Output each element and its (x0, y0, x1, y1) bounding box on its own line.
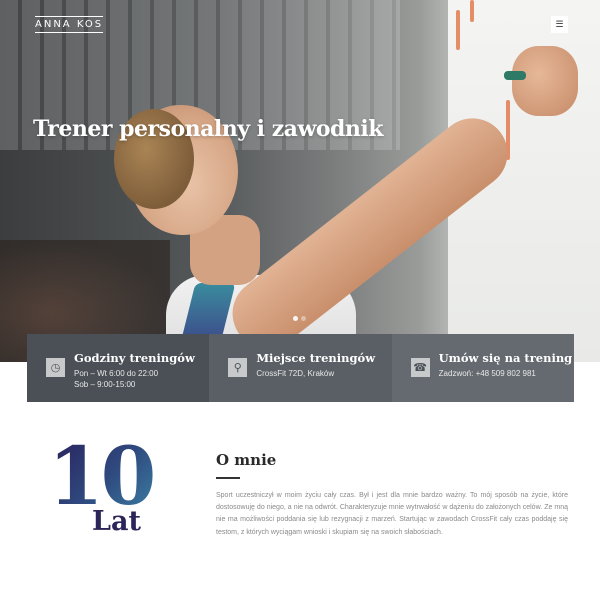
phone-link[interactable]: Zadzwoń: +48 509 802 981 (439, 369, 536, 378)
info-line: Pon – Wt 6:00 do 22:00 (74, 369, 159, 378)
menu-button[interactable]: ☰ (551, 16, 568, 33)
info-bar: ◷ Godziny treningów Pon – Wt 6:00 do 22:… (27, 334, 574, 402)
marker (504, 71, 526, 80)
title-underline (216, 477, 240, 479)
info-block-hours: ◷ Godziny treningów Pon – Wt 6:00 do 22:… (27, 334, 210, 402)
info-line: Sob – 9:00-15:00 (74, 380, 136, 389)
hamburger-icon: ☰ (555, 19, 564, 29)
info-line: CrossFit 72D, Kraków (256, 369, 335, 378)
info-title: Umów się na trening (438, 351, 573, 365)
board-mark (456, 10, 460, 50)
clock-icon: ◷ (46, 358, 65, 377)
info-block-booking[interactable]: ☎ Umów się na trening Zadzwoń: +48 509 8… (391, 334, 574, 402)
logo[interactable]: ANNA KOS (35, 16, 104, 33)
board-mark (470, 0, 474, 22)
phone-icon: ☎ (410, 358, 430, 377)
info-title: Miejsce treningów (256, 351, 376, 365)
about-text: Sport uczestniczył w moim życiu cały cza… (216, 492, 568, 536)
info-title: Godziny treningów (74, 351, 195, 365)
info-block-location: ⚲ Miejsce treningów CrossFit 72D, Kraków (209, 334, 392, 402)
map-pin-icon: ⚲ (228, 358, 248, 377)
slider-dots (293, 316, 306, 321)
slider-dot-1[interactable] (293, 316, 298, 321)
athlete-hand (512, 46, 578, 116)
hero-title: Trener personalny i zawodnik (33, 116, 384, 142)
years-number: 10 (48, 429, 156, 523)
slider-dot-2[interactable] (301, 316, 306, 321)
about-title: O mnie (216, 451, 277, 469)
years-label: Lat (92, 506, 141, 537)
hero-section: ANNA KOS ☰ Trener personalny i zawodnik (0, 0, 600, 362)
